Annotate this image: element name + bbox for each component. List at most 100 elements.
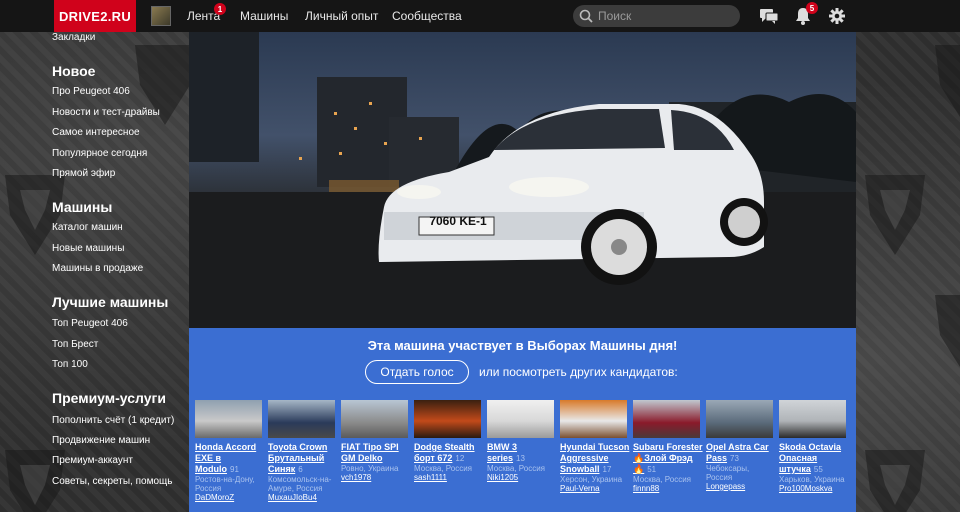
sidebar-item[interactable]: Премиум-аккаунт [52, 455, 133, 466]
candidate-thumbnail[interactable] [779, 400, 846, 438]
candidate-location: Москва, Россия [633, 475, 691, 484]
main-content: 7060 KE-1 Эта машина участвует в Выборах… [189, 32, 856, 512]
candidate-user[interactable]: Paul-Verna [560, 484, 630, 493]
candidate-location: Москва, Россия [414, 464, 472, 473]
sidebar-item[interactable]: Топ 100 [52, 359, 88, 370]
candidate-user[interactable]: finnn88 [633, 484, 703, 493]
candidate-title[interactable]: Subaru Forester 🔥Злой Фрэд🔥 [633, 442, 703, 474]
sidebar-item[interactable]: Пополнить счёт (1 кредит) [52, 415, 174, 426]
sidebar-item[interactable]: Прямой эфир [52, 168, 115, 179]
sidebar-section-title: Премиум-услуги [52, 390, 166, 406]
car-photo-scene [189, 32, 856, 328]
sidebar-item[interactable]: Советы, секреты, помощь [52, 476, 172, 487]
candidate-card[interactable]: Skoda Octavia Опасная штучка 55 Харьков, … [779, 400, 849, 493]
nav-item-cars[interactable]: Машины [240, 0, 288, 32]
other-candidates-text: или посмотреть других кандидатов: [479, 365, 678, 379]
candidate-card[interactable]: Hyundai Tucson Aggressive Snowball 17 Хер… [560, 400, 630, 493]
sidebar-item[interactable]: Топ Брест [52, 339, 98, 350]
sidebar-item[interactable]: Про Peugeot 406 [52, 86, 130, 97]
sidebar-item[interactable]: Новые машины [52, 243, 124, 254]
feed-badge: 1 [214, 3, 226, 15]
candidate-count: 91 [230, 465, 239, 474]
candidate-thumbnail[interactable] [341, 400, 408, 438]
search-placeholder: Поиск [598, 9, 632, 23]
car-photo[interactable]: 7060 KE-1 [189, 32, 856, 328]
candidate-title[interactable]: FIAT Tipo SPI GM Delko [341, 442, 399, 463]
license-plate: 7060 KE-1 [429, 214, 487, 228]
notifications-badge: 5 [806, 2, 818, 14]
candidate-thumbnail[interactable] [487, 400, 554, 438]
candidate-card[interactable]: Opel Astra Car Pass 73 Чебоксары, Россия … [706, 400, 776, 491]
sidebar-item-bookmarks[interactable]: Закладки [52, 32, 95, 43]
car-of-day-election-panel: Эта машина участвует в Выборах Машины дн… [189, 328, 856, 512]
candidate-title[interactable]: BMW 3 series [487, 442, 517, 463]
candidate-user[interactable]: Pro100Moskva [779, 484, 849, 493]
candidate-user[interactable]: sash1111 [414, 473, 484, 482]
candidate-user[interactable]: Longepass [706, 482, 776, 491]
sidebar-item[interactable]: Машины в продаже [52, 263, 143, 274]
nav-item-experience[interactable]: Личный опыт [305, 0, 378, 32]
sidebar-section-title: Машины [52, 199, 113, 215]
emblem-icon [865, 450, 925, 512]
candidate-card[interactable]: FIAT Tipo SPI GM Delko Ровно, Украина vc… [341, 400, 411, 482]
candidate-location: Чебоксары, Россия [706, 464, 750, 482]
candidate-card[interactable]: Honda Accord EXE в Modulo 91 Ростов-на-До… [195, 400, 265, 502]
candidate-thumbnail[interactable] [268, 400, 335, 438]
candidate-card[interactable]: Dodge Stealth борт 672 12 Москва, Россия … [414, 400, 484, 482]
election-title: Эта машина участвует в Выборах Машины дн… [367, 338, 678, 353]
emblem-icon [935, 45, 960, 117]
candidate-title[interactable]: Honda Accord EXE в Modulo [195, 442, 256, 474]
nav-item-communities[interactable]: Сообщества [392, 0, 462, 32]
candidate-location: Ростов-на-Дону, Россия [195, 475, 255, 493]
candidate-location: Ровно, Украина [341, 464, 399, 473]
sidebar-item[interactable]: Топ Peugeot 406 [52, 318, 128, 329]
sidebar-section-title: Новое [52, 63, 96, 79]
candidate-title[interactable]: Dodge Stealth борт 672 [414, 442, 475, 463]
gear-icon[interactable] [827, 6, 847, 26]
candidate-user[interactable]: DaDMoroZ [195, 493, 265, 502]
candidate-card[interactable]: Toyota Crown Брутальный Синяк 6 Комсомоль… [268, 400, 338, 502]
search-input[interactable]: Поиск [573, 5, 740, 27]
candidate-location: Комсомольск-на-Амуре, Россия [268, 475, 332, 493]
candidate-thumbnail[interactable] [560, 400, 627, 438]
search-icon [579, 9, 593, 23]
user-avatar[interactable] [151, 6, 171, 26]
candidate-title[interactable]: Skoda Octavia Опасная штучка [779, 442, 841, 474]
candidate-user[interactable]: MuxauJIoBu4 [268, 493, 338, 502]
candidate-thumbnail[interactable] [414, 400, 481, 438]
candidate-thumbnail[interactable] [633, 400, 700, 438]
candidate-location: Херсон, Украина [560, 475, 623, 484]
candidate-user[interactable]: Niki1205 [487, 473, 557, 482]
candidate-count: 12 [455, 454, 465, 463]
candidate-count: 51 [647, 465, 657, 474]
candidate-card[interactable]: BMW 3 series 13 Москва, Россия Niki1205 [487, 400, 557, 482]
candidate-count: 13 [516, 454, 525, 463]
sidebar-item[interactable]: Каталог машин [52, 222, 123, 233]
vote-button[interactable]: Отдать голос [365, 360, 469, 384]
emblem-icon [935, 295, 960, 367]
top-navigation-bar: DRIVE2.RU Лента 1 Машины Личный опыт Соо… [0, 0, 960, 32]
nav-item-label: Сообщества [392, 9, 462, 23]
candidate-count: 73 [730, 454, 739, 463]
candidate-thumbnail[interactable] [195, 400, 262, 438]
sidebar-item[interactable]: Популярное сегодня [52, 148, 147, 159]
sidebar-item[interactable]: Новости и тест-драйвы [52, 107, 160, 118]
candidate-location: Харьков, Украина [779, 475, 845, 484]
emblem-icon [865, 175, 925, 255]
messages-icon[interactable] [759, 6, 779, 26]
nav-item-label: Личный опыт [305, 9, 379, 23]
candidate-count: 17 [602, 465, 612, 474]
sidebar-item[interactable]: Продвижение машин [52, 435, 150, 446]
candidate-count: 6 [298, 465, 303, 474]
candidate-user[interactable]: vch1978 [341, 473, 411, 482]
nav-item-label: Машины [240, 9, 289, 23]
candidate-card[interactable]: Subaru Forester 🔥Злой Фрэд🔥 51 Москва, Ро… [633, 400, 703, 493]
sidebar-item[interactable]: Самое интересное [52, 127, 140, 138]
candidates-list: Honda Accord EXE в Modulo 91 Ростов-на-До… [195, 400, 855, 510]
sidebar-section-title: Лучшие машины [52, 294, 169, 310]
candidate-title[interactable]: Hyundai Tucson Aggressive Snowball [560, 442, 629, 474]
candidate-thumbnail[interactable] [706, 400, 773, 438]
candidate-count: 55 [813, 465, 823, 474]
site-logo[interactable]: DRIVE2.RU [54, 0, 136, 32]
candidate-location: Москва, Россия [487, 464, 545, 473]
